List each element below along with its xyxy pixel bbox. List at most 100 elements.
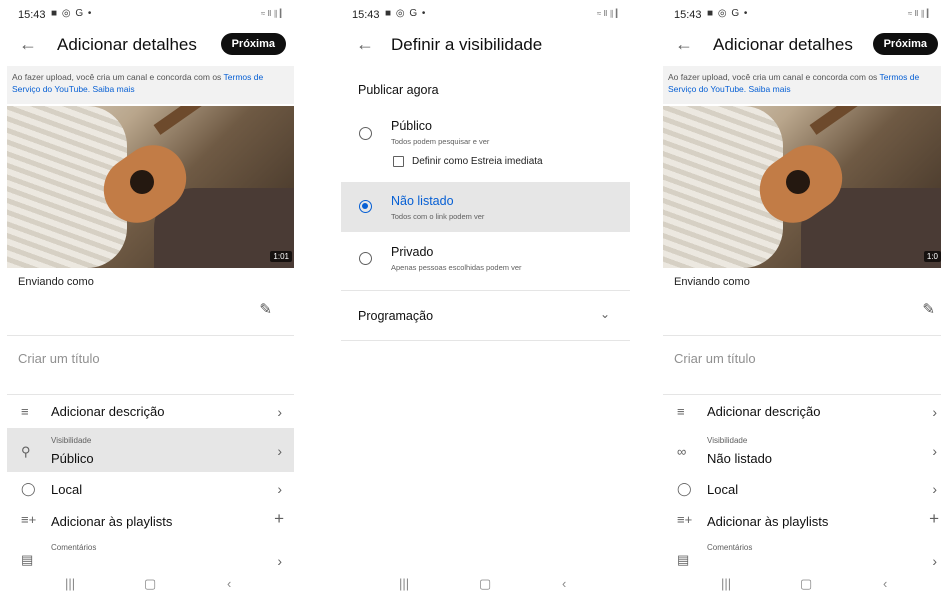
screen-add-details-public: 15:43 ■ ◎ G • ≈ Ⅱ ∥ ▎ ← Adicionar detalh… bbox=[7, 0, 294, 604]
schedule-label[interactable]: Programação bbox=[358, 309, 433, 323]
home-icon[interactable]: ▢ bbox=[144, 576, 156, 592]
learn-more-link[interactable]: Saiba mais bbox=[749, 84, 791, 94]
option-public-label: Público bbox=[391, 119, 432, 133]
back-arrow-icon[interactable]: ← bbox=[19, 34, 37, 54]
visibility-value: Público bbox=[51, 451, 94, 466]
playlist-add-icon: ≡+ bbox=[21, 512, 37, 527]
top-bar: ← Definir a visibilidade bbox=[341, 33, 630, 59]
description-icon: ≡ bbox=[21, 404, 29, 419]
visibility-row[interactable]: ⚲ Visibilidade Público › bbox=[7, 428, 294, 472]
location-label: Local bbox=[51, 482, 83, 497]
divider bbox=[7, 335, 294, 336]
radio-private[interactable] bbox=[359, 252, 372, 265]
visibility-label: Visibilidade bbox=[51, 436, 92, 445]
add-playlists-row[interactable]: ≡+ Adicionar às playlists + bbox=[7, 505, 294, 535]
status-signal-icons: ≈ Ⅱ ∥ ▎ bbox=[260, 9, 286, 18]
learn-more-link[interactable]: Saiba mais bbox=[93, 84, 135, 94]
visibility-label: Visibilidade bbox=[707, 436, 748, 445]
status-icons: ■ ◎ G • bbox=[51, 8, 93, 19]
video-thumbnail[interactable]: 1:01 bbox=[7, 106, 294, 268]
edit-pencil-icon[interactable]: ✎ bbox=[922, 300, 935, 318]
chevron-right-icon: › bbox=[277, 443, 282, 459]
recents-icon[interactable]: ||| bbox=[399, 576, 409, 591]
playlist-add-icon: ≡+ bbox=[677, 512, 693, 527]
back-arrow-icon[interactable]: ← bbox=[675, 34, 693, 54]
back-nav-icon[interactable]: ‹ bbox=[562, 576, 566, 591]
location-row[interactable]: ◯ Local › bbox=[7, 474, 294, 504]
comments-icon: ▤ bbox=[677, 552, 690, 567]
video-thumbnail[interactable]: 1:0 bbox=[663, 106, 941, 268]
page-title: Definir a visibilidade bbox=[391, 35, 543, 54]
title-input[interactable]: Criar um título bbox=[18, 351, 100, 366]
sending-as-label: Enviando como bbox=[18, 276, 94, 288]
add-description-row[interactable]: ≡ Adicionar descrição › bbox=[7, 397, 294, 427]
screen-add-details-unlisted: 15:43 ■ ◎ G • ≈ Ⅱ ∥ ▎ ← Adicionar detalh… bbox=[663, 0, 941, 604]
banner-text: Ao fazer upload, você cria um canal e co… bbox=[668, 72, 880, 82]
status-time: 15:43 bbox=[674, 9, 702, 21]
back-nav-icon[interactable]: ‹ bbox=[227, 576, 231, 591]
status-signal-icons: ≈ Ⅱ ∥ ▎ bbox=[907, 9, 933, 18]
chevron-right-icon: › bbox=[277, 481, 282, 497]
visibility-value: Não listado bbox=[707, 451, 773, 466]
premiere-label: Definir como Estreia imediata bbox=[412, 156, 543, 167]
home-icon[interactable]: ▢ bbox=[479, 576, 491, 592]
status-bar: 15:43 ■ ◎ G • ≈ Ⅱ ∥ ▎ bbox=[341, 0, 630, 32]
radio-unlisted[interactable] bbox=[359, 200, 372, 213]
video-duration: 1:0 bbox=[923, 251, 941, 262]
option-unlisted[interactable]: Não listado Todos com o link podem ver bbox=[341, 182, 630, 232]
title-input[interactable]: Criar um título bbox=[674, 351, 756, 366]
system-nav-bar: ||| ▢ ‹ bbox=[663, 576, 941, 592]
publish-now-heading: Publicar agora bbox=[358, 83, 439, 97]
next-button[interactable]: Próxima bbox=[220, 33, 286, 55]
comments-label: Comentários bbox=[51, 543, 97, 552]
recents-icon[interactable]: ||| bbox=[65, 576, 75, 591]
status-icons: ■ ◎ G • bbox=[385, 8, 427, 19]
option-private[interactable]: Privado Apenas pessoas escolhidas podem … bbox=[341, 236, 630, 286]
thumbnail-ukulele-neck bbox=[153, 106, 235, 135]
add-playlists-label: Adicionar às playlists bbox=[51, 514, 173, 529]
chevron-down-icon[interactable]: ⌄ bbox=[600, 307, 610, 321]
chevron-right-icon: › bbox=[932, 481, 937, 497]
sending-as-label: Enviando como bbox=[674, 276, 750, 288]
comments-row[interactable]: ▤ Comentários › bbox=[7, 538, 294, 572]
screen-set-visibility: 15:43 ■ ◎ G • ≈ Ⅱ ∥ ▎ ← Definir a visibi… bbox=[341, 0, 630, 604]
thumbnail-ukulele-neck bbox=[809, 106, 891, 135]
top-bar: ← Adicionar detalhes Próxima bbox=[663, 33, 941, 59]
status-time: 15:43 bbox=[18, 9, 46, 21]
option-public[interactable]: Público Todos podem pesquisar e ver Defi… bbox=[341, 112, 630, 180]
globe-icon: ⚲ bbox=[21, 444, 31, 459]
chevron-right-icon: › bbox=[277, 404, 282, 420]
thumbnail-ukulele-hole bbox=[130, 170, 154, 194]
video-duration: 1:01 bbox=[270, 251, 292, 262]
option-public-sub: Todos podem pesquisar e ver bbox=[391, 137, 490, 146]
edit-pencil-icon[interactable]: ✎ bbox=[259, 300, 272, 318]
option-private-sub: Apenas pessoas escolhidas podem ver bbox=[391, 263, 522, 272]
plus-icon[interactable]: + bbox=[929, 509, 939, 529]
add-description-label: Adicionar descrição bbox=[51, 404, 165, 419]
banner-text: Ao fazer upload, você cria um canal e co… bbox=[12, 72, 224, 82]
premiere-checkbox[interactable] bbox=[393, 156, 404, 167]
terms-banner: Ao fazer upload, você cria um canal e co… bbox=[7, 66, 294, 104]
divider bbox=[663, 335, 941, 336]
link-icon: ∞ bbox=[677, 444, 687, 459]
back-nav-icon[interactable]: ‹ bbox=[883, 576, 887, 591]
thumbnail-ukulele-hole bbox=[786, 170, 810, 194]
back-arrow-icon[interactable]: ← bbox=[356, 34, 374, 54]
add-playlists-row[interactable]: ≡+ Adicionar às playlists + bbox=[663, 505, 941, 535]
location-label: Local bbox=[707, 482, 739, 497]
chevron-right-icon: › bbox=[932, 443, 937, 459]
home-icon[interactable]: ▢ bbox=[800, 576, 812, 592]
comments-row[interactable]: ▤ Comentários › bbox=[663, 538, 941, 572]
option-unlisted-sub: Todos com o link podem ver bbox=[391, 212, 485, 221]
visibility-row[interactable]: ∞ Visibilidade Não listado › bbox=[663, 428, 941, 472]
plus-icon[interactable]: + bbox=[274, 509, 284, 529]
next-button[interactable]: Próxima bbox=[872, 33, 938, 55]
system-nav-bar: ||| ▢ ‹ bbox=[341, 576, 630, 592]
location-row[interactable]: ◯ Local › bbox=[663, 474, 941, 504]
recents-icon[interactable]: ||| bbox=[721, 576, 731, 591]
status-time: 15:43 bbox=[352, 9, 380, 21]
add-description-row[interactable]: ≡ Adicionar descrição › bbox=[663, 397, 941, 427]
radio-public[interactable] bbox=[359, 127, 372, 140]
description-icon: ≡ bbox=[677, 404, 685, 419]
comments-label: Comentários bbox=[707, 543, 753, 552]
